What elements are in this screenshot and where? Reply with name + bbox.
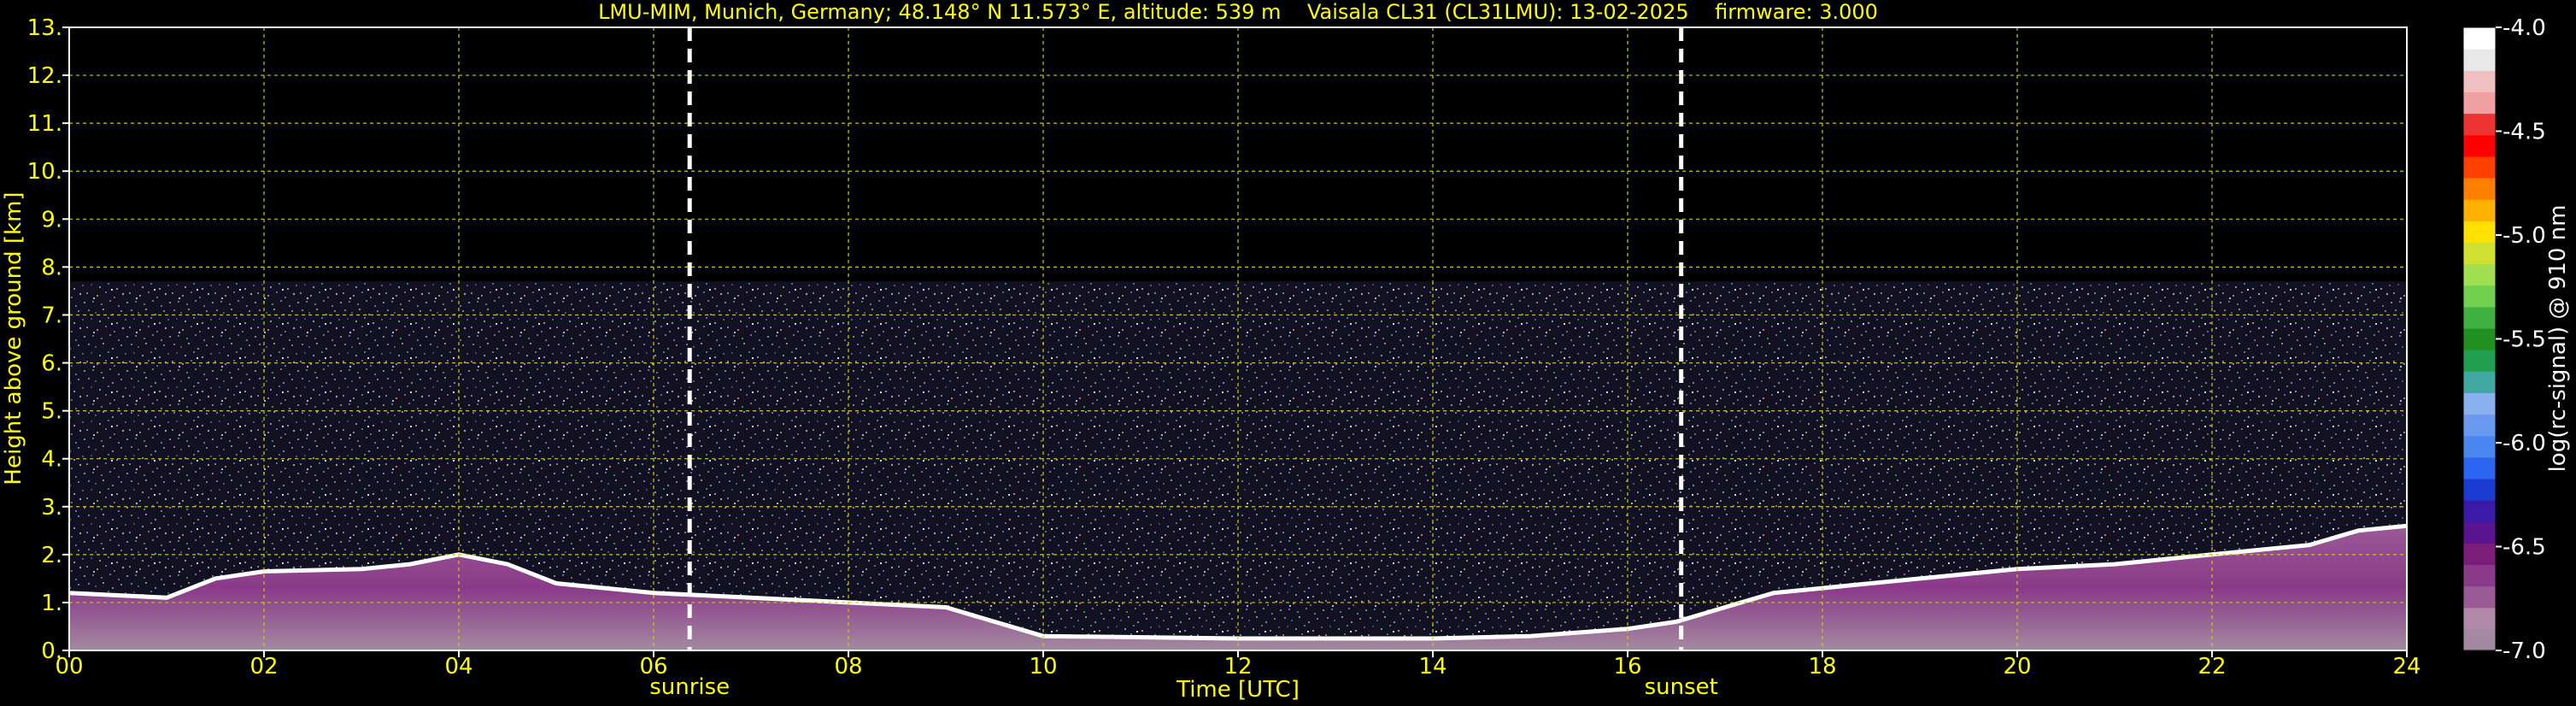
y-tick-label-13: 13. (27, 15, 62, 41)
y-tick-label-9: 9. (41, 207, 62, 232)
colorbar-segment-4 (2463, 543, 2496, 566)
colorbar-segment-5 (2463, 521, 2496, 544)
colorbar-segment-6 (2463, 500, 2496, 522)
colorbar-segment-20 (2463, 199, 2496, 221)
y-tick-label-2: 2. (41, 543, 62, 568)
x-tick-label-04: 04 (444, 654, 472, 680)
x-tick-label-14: 14 (1418, 654, 1446, 680)
colorbar-segment-1 (2463, 607, 2496, 630)
y-tick-label-6: 6. (41, 351, 62, 377)
colorbar-segment-19 (2463, 221, 2496, 243)
colorbar-segment-12 (2463, 371, 2496, 393)
y-tick-label-3: 3. (41, 495, 62, 521)
colorbar-segment-25 (2463, 91, 2496, 115)
colorbar-tick-label--5.5: -5.5 (2503, 327, 2546, 353)
x-tick-label-16: 16 (1613, 654, 1641, 680)
x-axis-label: Time [UTC] (1176, 677, 1300, 703)
colorbar-segment-13 (2463, 350, 2496, 372)
x-tick-label-12: 12 (1223, 654, 1252, 680)
colorbar-segment-3 (2463, 564, 2496, 587)
x-tick-label-24: 24 (2392, 654, 2421, 680)
ceilometer-figure: 00 02 04 06 08 10 12 14 16 18 20 22 240.1.2.3.4.5.6.… (1, 0, 2571, 703)
y-tick-label-0: 0. (41, 638, 62, 664)
sunset-label: sunset (1645, 674, 1718, 700)
x-tick-label-20: 20 (2003, 654, 2031, 680)
y-tick-label-10: 10. (27, 159, 62, 185)
y-tick-label-12: 12. (27, 63, 62, 89)
x-tick-label-08: 08 (834, 654, 862, 680)
colorbar-segment-22 (2463, 156, 2496, 179)
colorbar-segment-27 (2463, 49, 2496, 71)
colorbar-segment-26 (2463, 70, 2496, 93)
y-tick-label-5: 5. (41, 399, 62, 425)
colorbar-segment-17 (2463, 263, 2496, 286)
colorbar-segment-15 (2463, 306, 2496, 329)
colorbar-segment-14 (2463, 327, 2496, 350)
x-tick-label-02: 02 (249, 654, 278, 680)
plot-area (68, 26, 2408, 651)
colorbar-segment-2 (2463, 585, 2496, 609)
colorbar-segment-0 (2463, 628, 2496, 651)
colorbar-segment-24 (2463, 113, 2496, 136)
colorbar-label: log(rc-signal) @ 910 nm (2545, 205, 2571, 473)
colorbar-segment-11 (2463, 392, 2496, 415)
colorbar-segment-7 (2463, 478, 2496, 501)
colorbar-segment-10 (2463, 414, 2496, 437)
colorbar-segment-23 (2463, 134, 2496, 157)
colorbar-segment-28 (2463, 27, 2496, 50)
colorbar-segment-8 (2463, 456, 2496, 479)
y-axis-label: Height above ground [km] (1, 191, 26, 485)
colorbar-segment-16 (2463, 285, 2496, 308)
y-tick-label-4: 4. (41, 447, 62, 473)
x-tick-label-22: 22 (2198, 654, 2226, 680)
colorbar-segment-9 (2463, 435, 2496, 458)
sunrise-label: sunrise (649, 674, 730, 700)
y-tick-label-7: 7. (41, 303, 62, 328)
colorbar-tick-label--4.0: -4.0 (2503, 15, 2546, 41)
colorbar-segment-21 (2463, 177, 2496, 200)
chart-title: LMU-MIM, Munich, Germany; 48.148° N 11.5… (598, 0, 1878, 24)
y-tick-label-8: 8. (41, 255, 62, 280)
colorbar-segment-18 (2463, 242, 2496, 265)
colorbar-tick-label--6.0: -6.0 (2503, 431, 2546, 456)
colorbar-tick-label--5.0: -5.0 (2503, 223, 2546, 249)
colorbar-tick-label--4.5: -4.5 (2503, 120, 2546, 145)
colorbar-tick-label--7.0: -7.0 (2503, 638, 2546, 664)
colorbar-tick-label--6.5: -6.5 (2503, 535, 2546, 561)
y-tick-label-11: 11. (27, 111, 62, 137)
x-tick-label-18: 18 (1808, 654, 1836, 680)
x-tick-label-10: 10 (1029, 654, 1057, 680)
y-tick-label-1: 1. (41, 591, 62, 616)
colorbar: -4.0 -4.5 -5.0 -5.5 -6.0 -6.5 -7.0 (2462, 15, 2546, 664)
